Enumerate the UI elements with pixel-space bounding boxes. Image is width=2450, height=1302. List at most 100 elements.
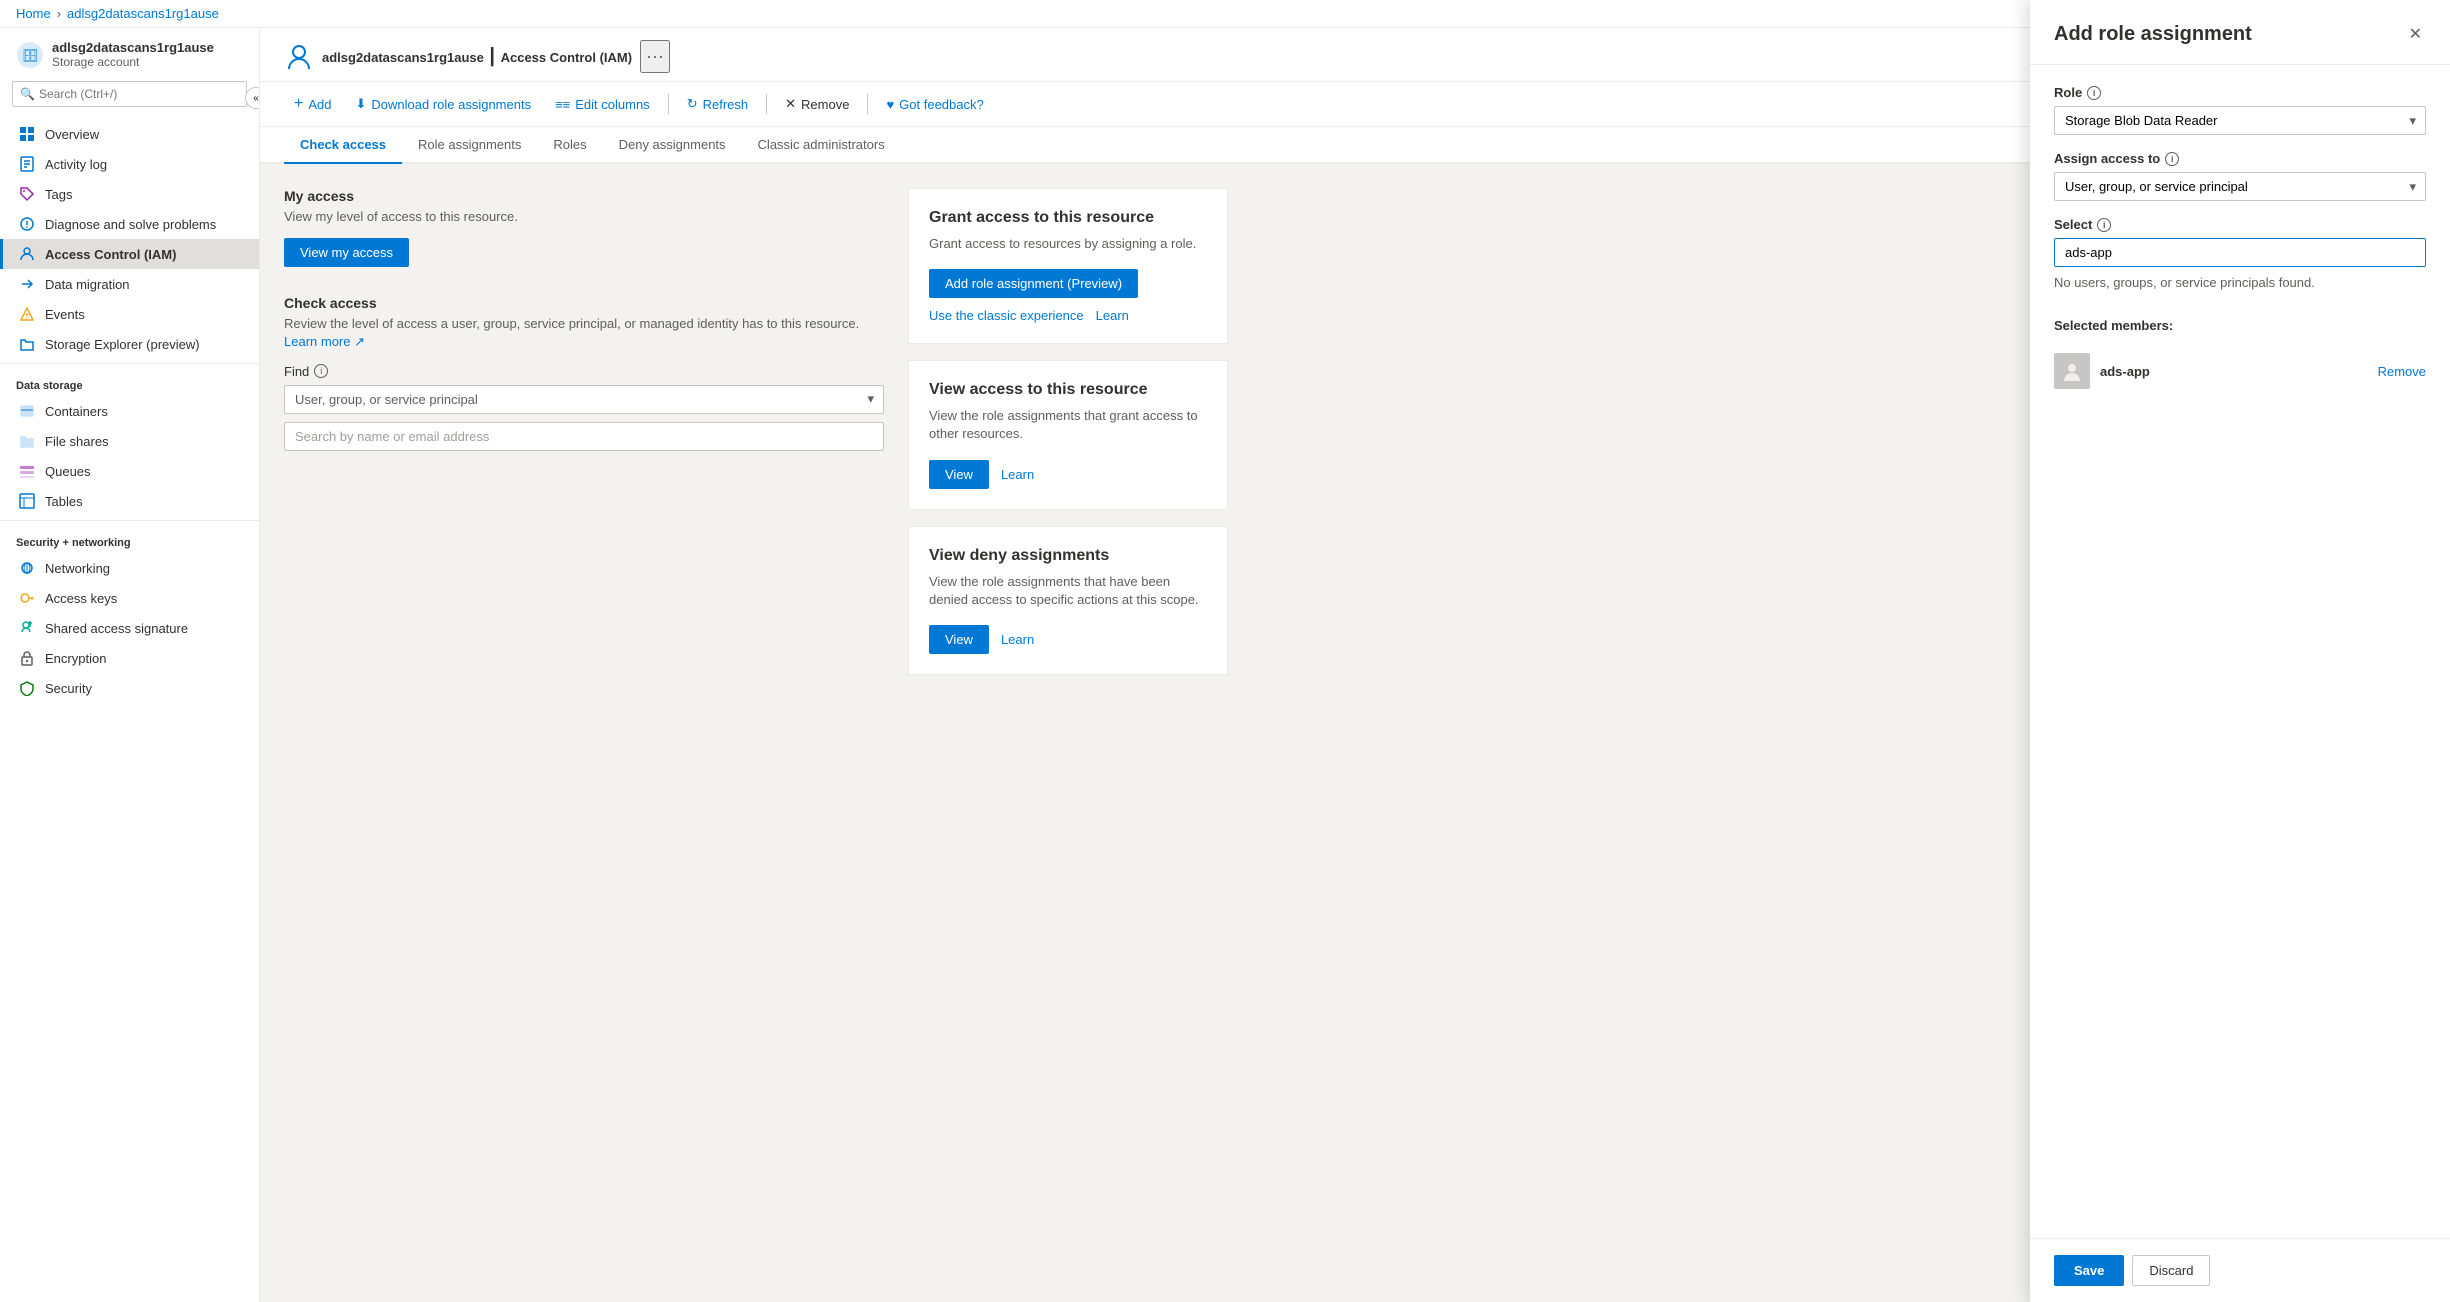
tab-check-access-label: Check access [300, 137, 386, 152]
tab-deny-assignments[interactable]: Deny assignments [603, 127, 742, 164]
tab-deny-assignments-label: Deny assignments [619, 137, 726, 152]
classic-experience-link[interactable]: Use the classic experience [929, 308, 1084, 323]
select-info-icon[interactable]: i [2097, 218, 2111, 232]
panel-close-button[interactable]: ✕ [2405, 28, 2426, 48]
sidebar-item-tags[interactable]: Tags [0, 179, 259, 209]
search-icon: 🔍 [20, 87, 35, 101]
remove-icon: ✕ [785, 96, 796, 112]
sidebar-item-diagnose[interactable]: Diagnose and solve problems [0, 209, 259, 239]
more-options-button[interactable]: ··· [640, 40, 670, 73]
save-button[interactable]: Save [2054, 1255, 2124, 1286]
sidebar-item-queues[interactable]: Queues [0, 456, 259, 486]
select-input[interactable] [2054, 238, 2426, 267]
remove-button[interactable]: ✕ Remove [775, 91, 859, 117]
check-access-title: Check access [284, 295, 884, 311]
my-access-description: View my level of access to this resource… [284, 208, 884, 226]
tab-role-assignments[interactable]: Role assignments [402, 127, 537, 164]
view-deny-card: View deny assignments View the role assi… [908, 526, 1228, 675]
sidebar-item-events[interactable]: Events [0, 299, 259, 329]
sidebar-item-fileshares[interactable]: File shares [0, 426, 259, 456]
sas-icon [19, 620, 35, 636]
view-deny-button[interactable]: View [929, 625, 989, 654]
tags-icon [19, 186, 35, 202]
member-remove-button[interactable]: Remove [2378, 364, 2426, 379]
containers-icon [19, 403, 35, 419]
view-deny-title: View deny assignments [929, 547, 1207, 565]
discard-button[interactable]: Discard [2132, 1255, 2210, 1286]
iam-icon [19, 246, 35, 262]
sidebar-item-explorer[interactable]: Storage Explorer (preview) [0, 329, 259, 359]
feedback-button[interactable]: ♥ Got feedback? [876, 92, 993, 117]
tables-icon [19, 493, 35, 509]
sidebar-item-sas[interactable]: Shared access signature [0, 613, 259, 643]
find-dropdown[interactable]: User, group, or service principal [284, 385, 884, 414]
sidebar-item-fileshares-label: File shares [45, 434, 109, 449]
breadcrumb-home[interactable]: Home [16, 6, 51, 21]
tab-classic-administrators-label: Classic administrators [758, 137, 885, 152]
storage-account-icon: 🗄 [16, 41, 44, 69]
tab-classic-administrators[interactable]: Classic administrators [742, 127, 901, 164]
sidebar-item-containers-label: Containers [45, 404, 108, 419]
view-access-desc: View the role assignments that grant acc… [929, 407, 1207, 443]
view-access-learn-link[interactable]: Learn [1001, 467, 1034, 482]
assign-access-field: Assign access to i User, group, or servi… [2054, 151, 2426, 201]
tab-role-assignments-label: Role assignments [418, 137, 521, 152]
download-role-assignments-button[interactable]: ⬇ Download role assignments [345, 91, 541, 117]
refresh-button[interactable]: ↻ Refresh [677, 91, 758, 117]
sidebar-item-access-keys-label: Access keys [45, 591, 117, 606]
sidebar-item-networking[interactable]: Networking [0, 553, 259, 583]
tab-roles[interactable]: Roles [537, 127, 602, 164]
view-my-access-button[interactable]: View my access [284, 238, 409, 267]
divider-data-storage [0, 363, 259, 364]
search-input[interactable] [12, 81, 247, 107]
sidebar-item-containers[interactable]: Containers [0, 396, 259, 426]
sidebar-item-access-keys[interactable]: Access keys [0, 583, 259, 613]
sidebar-item-tables[interactable]: Tables [0, 486, 259, 516]
check-access-panel: My access View my level of access to thi… [284, 188, 884, 1278]
my-access-title: My access [284, 188, 884, 204]
find-info-icon[interactable]: i [314, 364, 328, 378]
panel-body: Role i Storage Blob Data Reader ▾ Assign… [2030, 65, 2450, 1238]
collapse-sidebar-button[interactable]: « [245, 87, 260, 109]
assign-access-info-icon[interactable]: i [2165, 152, 2179, 166]
find-label: Find i [284, 364, 884, 379]
tab-check-access[interactable]: Check access [284, 127, 402, 164]
add-role-assignment-button[interactable]: Add role assignment (Preview) [929, 269, 1138, 298]
role-select-container: Storage Blob Data Reader ▾ [2054, 106, 2426, 135]
sidebar-item-security[interactable]: Security [0, 673, 259, 703]
sidebar-item-overview-label: Overview [45, 127, 99, 142]
member-item: ads-app Remove [2054, 345, 2426, 397]
grant-learn-more-link[interactable]: Learn [1096, 308, 1129, 323]
sidebar-header: 🗄 adlsg2datascans1rg1ause Storage accoun… [0, 28, 259, 81]
find-dropdown-wrapper: User, group, or service principal ▾ [284, 385, 884, 414]
add-label: Add [308, 97, 331, 112]
view-deny-learn-link[interactable]: Learn [1001, 632, 1034, 647]
view-access-button[interactable]: View [929, 460, 989, 489]
add-button[interactable]: + Add [284, 90, 341, 118]
security-icon [19, 680, 35, 696]
add-icon: + [294, 95, 303, 113]
feedback-label: Got feedback? [899, 97, 984, 112]
role-select[interactable]: Storage Blob Data Reader [2054, 106, 2426, 135]
refresh-icon: ↻ [687, 96, 698, 112]
check-access-description: Review the level of access a user, group… [284, 315, 884, 351]
tab-roles-label: Roles [553, 137, 586, 152]
search-by-name-input[interactable] [284, 422, 884, 451]
toolbar-separator-1 [668, 94, 669, 114]
role-info-icon[interactable]: i [2087, 86, 2101, 100]
sidebar-item-encryption[interactable]: Encryption [0, 643, 259, 673]
assign-access-select-container: User, group, or service principal ▾ [2054, 172, 2426, 201]
assign-access-label: Assign access to i [2054, 151, 2426, 166]
sidebar-item-activity-log[interactable]: Activity log [0, 149, 259, 179]
remove-label: Remove [801, 97, 849, 112]
breadcrumb-resource[interactable]: adlsg2datascans1rg1ause [67, 6, 219, 21]
edit-columns-button[interactable]: ≡≡ Edit columns [545, 92, 660, 117]
member-avatar [2054, 353, 2090, 389]
sidebar-item-iam[interactable]: Access Control (IAM) [0, 239, 259, 269]
refresh-label: Refresh [703, 97, 749, 112]
assign-access-select[interactable]: User, group, or service principal [2054, 172, 2426, 201]
sidebar-item-migration[interactable]: Data migration [0, 269, 259, 299]
sidebar-item-overview[interactable]: Overview [0, 119, 259, 149]
learn-more-link[interactable]: Learn more ↗ [284, 334, 365, 349]
diagnose-icon [19, 216, 35, 232]
